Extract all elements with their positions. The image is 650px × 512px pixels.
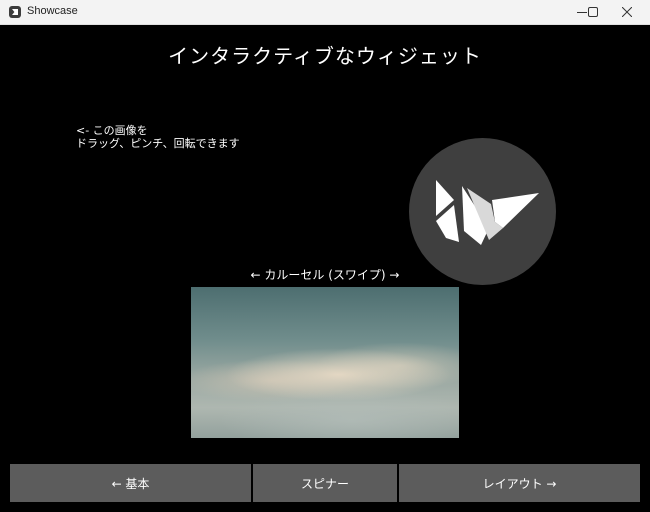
app-icon bbox=[9, 6, 21, 18]
title-bar[interactable]: Showcase bbox=[0, 0, 650, 25]
hint-line-1: <- この画像を bbox=[76, 124, 148, 137]
kivy-logo-shape bbox=[436, 180, 539, 245]
maximize-icon bbox=[588, 7, 598, 17]
app-window: Showcase インタラクティブなウィジェット <- この画像を ドラッグ、ピ… bbox=[0, 0, 650, 512]
carousel-label: ← カルーセル (スワイプ) → bbox=[250, 268, 400, 282]
page-title: インタラクティブなウィジェット bbox=[168, 44, 482, 68]
back-button[interactable]: ← 基本 bbox=[10, 464, 251, 502]
kivy-logo-icon[interactable] bbox=[409, 138, 556, 285]
window-title: Showcase bbox=[27, 5, 78, 17]
next-button[interactable]: レイアウト → bbox=[399, 464, 640, 502]
spinner-button[interactable]: スピナー bbox=[253, 464, 397, 502]
close-icon bbox=[622, 7, 632, 17]
carousel-image[interactable] bbox=[191, 287, 459, 438]
drag-hint-text: <- この画像を ドラッグ、ピンチ、回転できます bbox=[76, 124, 240, 150]
hint-line-2: ドラッグ、ピンチ、回転できます bbox=[76, 137, 240, 150]
close-button[interactable] bbox=[604, 0, 650, 24]
